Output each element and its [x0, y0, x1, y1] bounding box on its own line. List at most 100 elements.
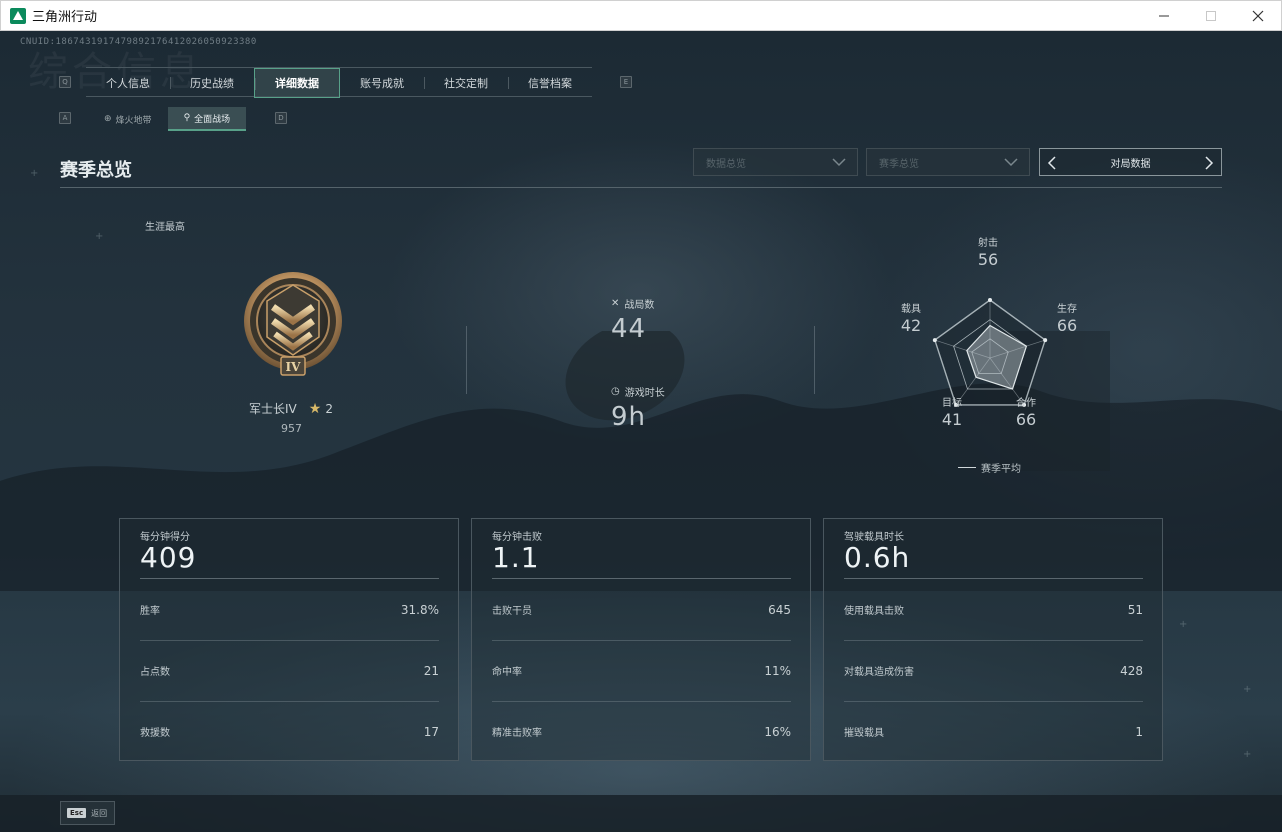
row-label: 精准击败率: [492, 728, 542, 739]
career-rank: 军士长IV ★ 2: [249, 400, 333, 417]
decor-plus-icon: +: [1243, 749, 1252, 760]
radar-axis-vehicle: 载具 42: [886, 300, 936, 335]
card-row: 使用载具击败 51: [844, 579, 1143, 640]
card-row: 命中率 11%: [492, 640, 791, 701]
tab-reputation[interactable]: 信誉档案: [508, 68, 592, 98]
row-value: 1: [1135, 724, 1143, 739]
row-label: 击败干员: [492, 606, 532, 617]
chevron-down-icon: [832, 158, 846, 167]
app-logo-icon: [10, 7, 26, 24]
rank-badge-icon: IV: [244, 272, 342, 376]
row-value: 428: [1120, 663, 1143, 678]
radar-axis-objective: 目标 41: [927, 394, 977, 429]
row-label: 对载具造成伤害: [844, 667, 914, 678]
column-divider: [814, 326, 815, 394]
score-card: 每分钟得分 409 胜率 31.8% 占点数 21 救援数 17: [119, 518, 459, 761]
subtab-prev-key-hint[interactable]: A: [59, 112, 71, 124]
crossed-swords-icon: ✕: [611, 298, 620, 309]
subtab-label: 烽火地带: [115, 115, 152, 126]
radar-axis-label: 载具: [901, 304, 921, 315]
subtab-warfare-mode[interactable]: ⚲ 全面战场: [167, 107, 247, 131]
radar-axis-label: 目标: [942, 398, 962, 409]
season-dropdown[interactable]: 赛季总览: [866, 148, 1030, 176]
row-label: 命中率: [492, 667, 522, 678]
rank-stars: 2: [325, 401, 333, 416]
legend-label: 赛季平均: [981, 464, 1021, 475]
card-row: 对载具造成伤害 428: [844, 640, 1143, 701]
section-title: 赛季总览: [60, 160, 132, 181]
tab-prev-key-hint[interactable]: Q: [59, 76, 71, 88]
tab-personal-info[interactable]: 个人信息: [86, 68, 170, 98]
tab-detailed-data[interactable]: 详细数据: [254, 68, 340, 98]
radar-axis-survival: 生存 66: [1042, 300, 1092, 335]
back-label: 返回: [91, 808, 108, 818]
game-viewport: 综合信息 CNUID:18674319174798921764120260509…: [0, 31, 1282, 832]
window-title: 三角洲行动: [32, 10, 98, 25]
playtime-stat: ◷ 游戏时长 9h: [611, 384, 665, 432]
window-controls: [1140, 1, 1281, 30]
tab-match-history[interactable]: 历史战绩: [170, 68, 254, 98]
rank-name: 军士长IV: [249, 402, 297, 416]
chevron-left-icon[interactable]: [1046, 155, 1058, 171]
row-value: 21: [423, 663, 439, 678]
badge-numeral: IV: [286, 360, 302, 374]
window-titlebar: 三角洲行动: [0, 0, 1282, 31]
star-icon: ★: [308, 400, 322, 417]
section-divider: [60, 187, 1222, 188]
data-overview-dropdown[interactable]: 数据总览: [693, 148, 858, 176]
decor-plus-icon: +: [1243, 684, 1252, 695]
card-main-value: 409: [140, 541, 197, 574]
matches-label: 战局数: [624, 300, 655, 311]
main-tabs: 个人信息 历史战绩 详细数据 账号成就 社交定制 信誉档案: [86, 67, 592, 98]
maximize-button[interactable]: [1187, 1, 1234, 30]
minimize-button[interactable]: [1140, 1, 1187, 30]
radar-axis-value: 41: [941, 410, 963, 429]
playtime-label: 游戏时长: [624, 388, 665, 399]
tab-achievements[interactable]: 账号成就: [340, 68, 424, 98]
card-main-value: 1.1: [492, 541, 540, 574]
radar-axis-value: 66: [1056, 316, 1078, 335]
row-label: 胜率: [140, 606, 160, 617]
radar-axis-shooting: 射击 56: [963, 234, 1013, 269]
rank-score: 957: [281, 422, 302, 435]
subtab-extraction-mode[interactable]: ⊕ 烽火地带: [88, 107, 168, 131]
player-uid: CNUID:1867431917479892176412026050923380: [20, 37, 257, 47]
tab-social[interactable]: 社交定制: [424, 68, 508, 98]
row-value: 11%: [764, 663, 791, 678]
dropdown-value: 赛季总览: [879, 158, 919, 170]
legend-swatch: [958, 467, 976, 468]
radar-vertex-dot: [1043, 338, 1048, 343]
subtab-label: 全面战场: [194, 114, 231, 125]
mode-subtabs: ⊕ 烽火地带 ⚲ 全面战场: [88, 107, 247, 131]
close-button[interactable]: [1234, 1, 1281, 30]
radar-axis-label: 生存: [1057, 304, 1077, 315]
decor-plus-icon: +: [95, 231, 104, 242]
matches-value: 44: [611, 314, 647, 344]
row-value: 16%: [764, 724, 791, 739]
radar-axis-label: 射击: [978, 238, 998, 249]
row-value: 31.8%: [400, 602, 439, 617]
row-label: 摧毁载具: [844, 728, 884, 739]
chevron-down-icon: [1004, 158, 1018, 167]
subtab-next-key-hint[interactable]: D: [275, 112, 287, 124]
tab-next-key-hint[interactable]: E: [620, 76, 632, 88]
card-row: 胜率 31.8%: [140, 579, 439, 640]
radar-axis-teamwork: 合作 66: [1001, 394, 1051, 429]
card-row: 精准击败率 16%: [492, 701, 791, 762]
esc-key-hint: Esc: [67, 808, 87, 818]
back-button[interactable]: Esc 返回: [60, 801, 115, 825]
dropdown-value: 数据总览: [706, 158, 746, 170]
matches-stat: ✕ 战局数 44: [611, 296, 654, 344]
career-peak-label: 生涯最高: [145, 222, 185, 233]
chevron-right-icon[interactable]: [1203, 155, 1215, 171]
radar-vertex-dot: [932, 338, 937, 343]
radar-axis-value: 66: [1015, 410, 1037, 429]
close-icon: [1252, 10, 1263, 21]
radar-legend: 赛季平均: [958, 460, 1021, 475]
row-label: 占点数: [140, 667, 170, 678]
warfare-icon: ⚲: [183, 113, 191, 123]
radar-axis-label: 合作: [1016, 398, 1036, 409]
card-main-value: 0.6h: [844, 541, 911, 574]
column-divider: [466, 326, 467, 394]
radar-vertex-dot: [988, 298, 992, 302]
